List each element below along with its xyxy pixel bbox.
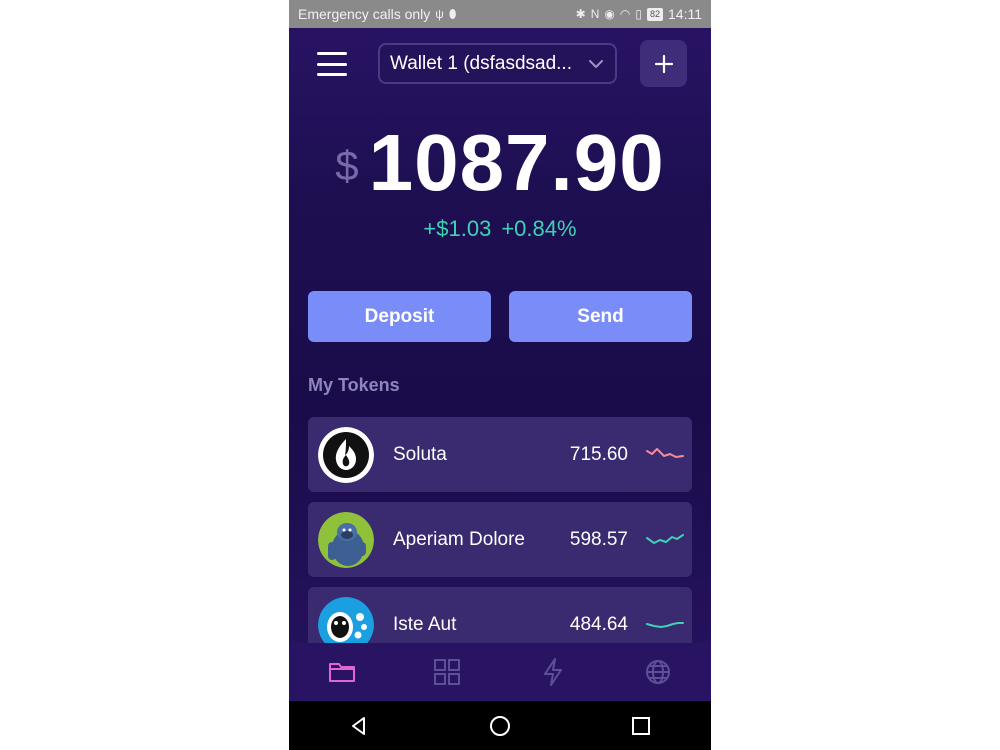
gorilla-avatar-icon — [318, 511, 374, 568]
sparkline-up-icon — [646, 621, 684, 628]
token-list[interactable]: Soluta 715.60 Aperiam Dolore 598.57 Iste… — [308, 417, 692, 643]
token-value: 598.57 — [569, 528, 628, 550]
bottom-nav — [289, 643, 711, 701]
battery-indicator: 82 — [646, 7, 663, 21]
wallet-label: Wallet 1 (dsfasdsad... — [390, 52, 572, 74]
status-left: Emergency calls only ψ ⬮ — [298, 6, 456, 22]
back-triangle-icon — [352, 716, 366, 735]
status-bar: Emergency calls only ψ ⬮ ✱ N ◉ ◠ ▯ 82 14… — [289, 0, 711, 28]
nav-tab-collectibles[interactable] — [395, 643, 500, 701]
bluetooth-icon: ✱ — [575, 7, 586, 21]
send-button[interactable]: Send — [509, 291, 692, 342]
token-name: Iste Aut — [393, 613, 457, 635]
my-tokens-title: My Tokens — [308, 375, 400, 395]
hamburger-menu-icon[interactable] — [317, 52, 347, 76]
flame-logo-icon — [318, 426, 374, 483]
sparkline-up-icon — [646, 533, 684, 544]
lightning-icon — [543, 658, 562, 686]
add-wallet-button[interactable] — [640, 40, 687, 87]
plus-icon — [654, 54, 673, 73]
clock: 14:11 — [668, 6, 702, 22]
chevron-down-icon — [589, 59, 603, 68]
menu-line — [317, 52, 347, 55]
nfc-icon: N — [590, 7, 600, 21]
bubble-face-avatar-icon — [318, 596, 374, 643]
token-row-aperiam-dolore[interactable]: Aperiam Dolore 598.57 — [308, 502, 692, 577]
menu-line — [317, 73, 347, 76]
back-button[interactable] — [329, 701, 389, 750]
sparkline-down-icon — [646, 447, 684, 458]
eye-icon: ◉ — [604, 7, 615, 21]
token-name: Aperiam Dolore — [393, 528, 525, 550]
folder-icon — [328, 663, 355, 682]
nav-tab-wallet[interactable] — [289, 643, 394, 701]
balance-change: +$1.03 +0.84% — [289, 216, 711, 242]
token-avatar-soluta — [318, 426, 374, 483]
token-value: 484.64 — [569, 613, 628, 635]
token-value: 715.60 — [569, 443, 628, 465]
change-amount: +$1.03 — [423, 216, 492, 241]
home-button[interactable] — [470, 701, 530, 750]
carrier-text: Emergency calls only — [298, 6, 431, 22]
usb-icon: ψ — [435, 7, 444, 21]
deposit-button[interactable]: Deposit — [308, 291, 491, 342]
token-row-soluta[interactable]: Soluta 715.60 — [308, 417, 692, 492]
home-circle-icon — [489, 715, 510, 736]
recents-button[interactable] — [611, 701, 671, 750]
currency-symbol: $ — [335, 142, 359, 189]
wallet-selector[interactable]: Wallet 1 (dsfasdsad... — [378, 43, 617, 84]
balance-amount: 1087.90 — [368, 118, 665, 207]
phone-screen: Emergency calls only ψ ⬮ ✱ N ◉ ◠ ▯ 82 14… — [289, 0, 711, 750]
battery-saver-icon: ⬮ — [448, 6, 457, 21]
token-row-iste-aut[interactable]: Iste Aut 484.64 — [308, 587, 692, 643]
system-nav-bar — [289, 701, 711, 750]
grid-icon — [434, 659, 461, 685]
globe-icon — [646, 660, 671, 684]
nav-tab-browser[interactable] — [606, 643, 711, 701]
change-percent: +0.84% — [501, 216, 577, 241]
sim-icon: ▯ — [635, 7, 642, 21]
nav-tab-activity[interactable] — [500, 643, 605, 701]
balance-display: $ 1087.90 — [289, 118, 711, 208]
menu-line — [317, 62, 347, 66]
status-right: ✱ N ◉ ◠ ▯ 82 14:11 — [576, 6, 702, 22]
token-name: Soluta — [393, 443, 447, 465]
wifi-icon: ◠ — [619, 7, 631, 21]
recents-square-icon — [631, 716, 650, 735]
token-avatar-iste-aut — [318, 596, 374, 643]
token-avatar-aperiam-dolore — [318, 511, 374, 568]
